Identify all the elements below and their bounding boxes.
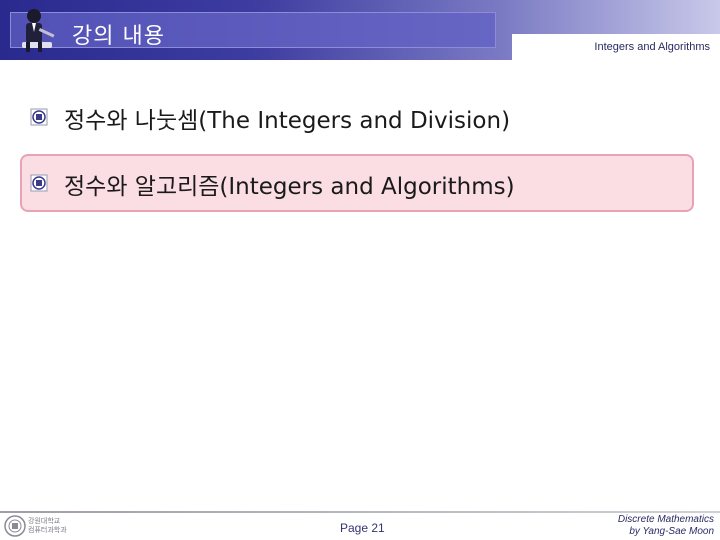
- logo-text: 강원대학교 컴퓨터과학과: [28, 517, 67, 535]
- presenter-figure-icon: [22, 9, 55, 52]
- logo-text-line1: 강원대학교: [28, 517, 61, 525]
- bullet-item-2: 정수와 알고리즘(Integers and Algorithms): [20, 154, 694, 212]
- subtitle-text: Integers and Algorithms: [594, 41, 710, 53]
- bullet-text-1: 정수와 나눗셈(The Integers and Division): [64, 108, 511, 134]
- header-title: 강의 내용: [72, 24, 165, 49]
- university-seal-icon: [4, 515, 26, 537]
- bullet-emblem-icon: [30, 174, 48, 192]
- credit-line1: Discrete Mathematics: [617, 514, 714, 525]
- bullet-text-2: 정수와 알고리즘(Integers and Algorithms): [64, 174, 515, 200]
- page-number: Page 21: [340, 521, 385, 535]
- footer-divider: [0, 511, 720, 513]
- logo-text-line2: 컴퓨터과학과: [28, 526, 67, 534]
- footer-credit: Discrete Mathematics by Yang-Sae Moon: [618, 514, 714, 538]
- credit-line2: by Yang-Sae Moon: [629, 526, 714, 537]
- bullet-emblem-icon: [30, 108, 48, 126]
- university-logo: 강원대학교 컴퓨터과학과: [2, 514, 72, 538]
- bullet-item-1: 정수와 나눗셈(The Integers and Division): [20, 88, 694, 146]
